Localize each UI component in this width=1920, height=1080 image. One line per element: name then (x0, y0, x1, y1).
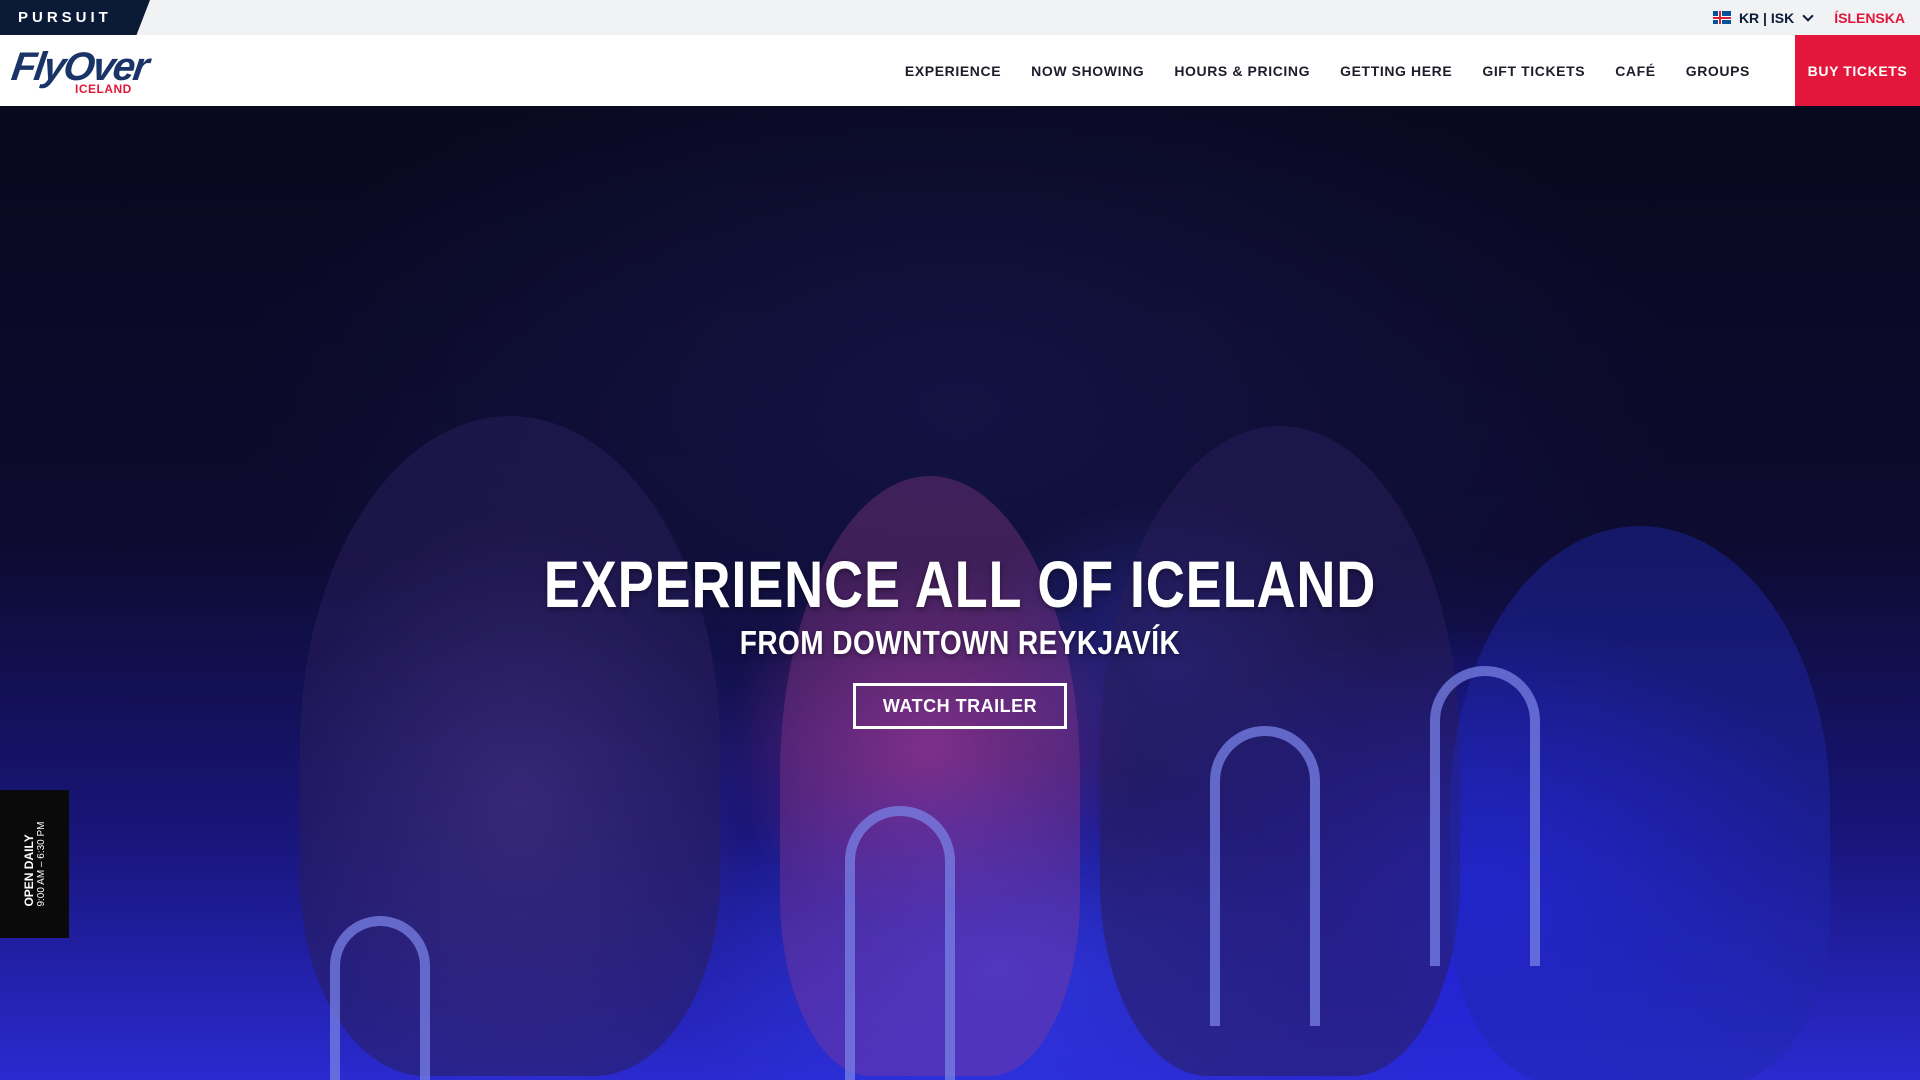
hero-title: EXPERIENCE ALL OF ICELAND (543, 547, 1377, 621)
main-navbar: FlyOver ICELAND EXPERIENCE NOW SHOWING H… (0, 35, 1920, 106)
pursuit-brand-label: PURSUIT (18, 9, 112, 26)
nav-item-getting-here[interactable]: GETTING HERE (1340, 63, 1452, 79)
utility-bar: PURSUIT KR | ISK ÍSLENSKA (0, 0, 1920, 35)
nav-item-cafe[interactable]: CAFÉ (1615, 63, 1656, 79)
utility-bar-right: KR | ISK ÍSLENSKA (1712, 0, 1905, 35)
currency-selector[interactable]: KR | ISK (1712, 9, 1814, 26)
primary-nav: EXPERIENCE NOW SHOWING HOURS & PRICING G… (905, 35, 1750, 106)
open-daily-title: OPEN DAILY (21, 834, 36, 907)
open-daily-text: OPEN DAILY 9:00 AM – 6:30 PM (22, 821, 48, 906)
nav-item-groups[interactable]: GROUPS (1686, 63, 1750, 79)
seat-rail (1210, 726, 1320, 1026)
iceland-flag-icon (1712, 11, 1731, 24)
nav-item-now-showing[interactable]: NOW SHOWING (1031, 63, 1144, 79)
seat-rail (330, 916, 430, 1080)
nav-item-hours-pricing[interactable]: HOURS & PRICING (1174, 63, 1310, 79)
chevron-down-icon (1802, 9, 1814, 22)
open-daily-badge[interactable]: OPEN DAILY 9:00 AM – 6:30 PM (0, 790, 69, 938)
seat-rail (845, 806, 955, 1080)
logo-subtitle: ICELAND (75, 82, 132, 96)
buy-tickets-button[interactable]: BUY TICKETS (1795, 35, 1920, 106)
flyover-iceland-logo[interactable]: FlyOver ICELAND (9, 45, 150, 99)
currency-label: KR | ISK (1738, 9, 1795, 26)
hero-video-background: EXPERIENCE ALL OF ICELAND FROM DOWNTOWN … (0, 106, 1920, 1080)
open-daily-hours: 9:00 AM – 6:30 PM (35, 821, 47, 907)
pursuit-brand-tab[interactable]: PURSUIT (0, 0, 150, 35)
language-switch-link[interactable]: ÍSLENSKA (1834, 10, 1905, 26)
nav-item-experience[interactable]: EXPERIENCE (905, 63, 1001, 79)
nav-item-gift-tickets[interactable]: GIFT TICKETS (1482, 63, 1585, 79)
seat-rail (1430, 666, 1540, 966)
hero-subtitle: FROM DOWNTOWN REYKJAVÍK (739, 624, 1181, 661)
watch-trailer-button[interactable]: WATCH TRAILER (853, 683, 1067, 729)
